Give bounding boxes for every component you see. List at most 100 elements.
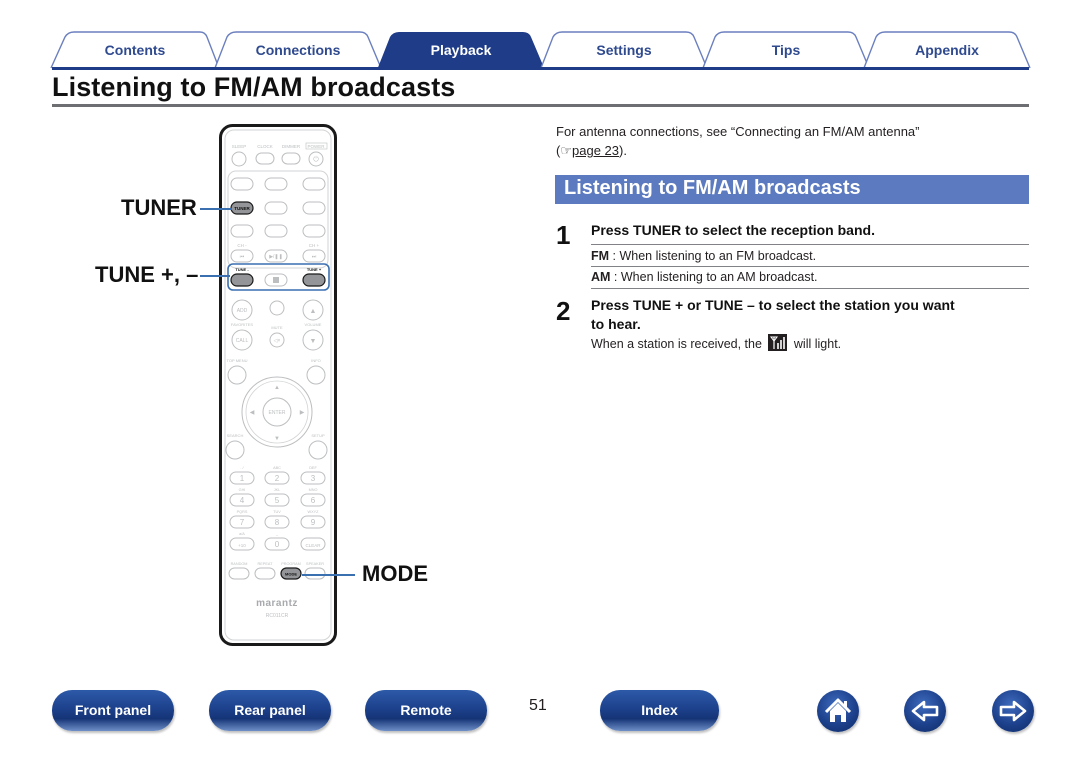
tab-bar: Contents Connections Playback Settings T…	[50, 31, 1031, 71]
play-pause-icon: ▶/❚❚	[269, 254, 283, 260]
keypad-key-label: 0	[275, 540, 280, 549]
section-heading-bar: Listening to FM/AM broadcasts	[555, 175, 1029, 204]
page-ref-link[interactable]: page 23	[572, 143, 619, 158]
title-divider	[52, 104, 1029, 107]
keypad-sublabel: PQRS	[237, 510, 248, 514]
front-panel-button[interactable]: Front panel	[52, 690, 174, 731]
option-divider	[591, 288, 1029, 289]
tab-label: Playback	[430, 42, 492, 58]
tab-settings[interactable]: Settings	[540, 31, 708, 69]
label-favorites: FAVORITES	[231, 322, 253, 327]
remote-control-illustration: SLEEP CLOCK DIMMER POWER ⏻ TUNER CH - CH…	[219, 124, 337, 646]
tab-playback[interactable]: Playback	[377, 31, 545, 70]
label-call: CALL	[236, 338, 249, 344]
keypad-key-label: 1	[240, 474, 245, 483]
ref-close: ).	[619, 143, 627, 158]
tuner-button-label: TUNER	[234, 206, 250, 211]
option-desc: : When listening to an AM broadcast.	[610, 270, 818, 284]
tune-plus-button	[302, 273, 326, 287]
keypad-sublabel: ABC	[273, 466, 281, 470]
label-repeat: REPEAT	[258, 562, 274, 566]
skip-back-icon: ⏮	[240, 254, 245, 260]
tab-tips[interactable]: Tips	[702, 31, 870, 69]
back-button[interactable]	[904, 690, 946, 732]
keypad-key-label: 7	[240, 518, 245, 527]
step-heading-line2: to hear.	[591, 316, 641, 332]
keypad-key-label: +10	[238, 543, 246, 548]
label-enter: ENTER	[269, 410, 286, 416]
tab-connections[interactable]: Connections	[214, 31, 382, 69]
label-setup: SETUP	[311, 433, 325, 438]
label-clock: CLOCK	[257, 144, 273, 149]
keypad-key-label: 2	[275, 474, 280, 483]
keypad-sublabel: MNO	[309, 488, 318, 492]
callout-tune: TUNE +, –	[95, 262, 199, 287]
option-desc: : When listening to an FM broadcast.	[609, 249, 817, 263]
step-heading: Press TUNER to select the reception band…	[591, 222, 875, 238]
keypad-key-label: 6	[311, 496, 316, 505]
step-number: 2	[556, 296, 571, 326]
callout-tuner: TUNER	[121, 195, 197, 220]
label-power: POWER	[307, 144, 325, 149]
tab-label: Contents	[104, 42, 166, 58]
option-row-fm: FM : When listening to an FM broadcast.	[591, 246, 1029, 267]
option-key: FM	[591, 249, 610, 263]
label-mute: MUTE	[271, 325, 283, 330]
step-body-text: When a station is received, the	[591, 337, 762, 351]
keypad-key-label: 4	[240, 496, 245, 505]
tab-contents[interactable]: Contents	[50, 31, 220, 69]
keypad-sublabel: a/A	[239, 532, 245, 536]
forward-button[interactable]	[992, 690, 1034, 732]
label-volume: VOLUME	[305, 322, 322, 327]
label-tune-minus: TUNE -	[235, 267, 249, 272]
label-top-menu: TOP MENU	[227, 358, 248, 363]
step-body: When a station is received, the will lig…	[591, 334, 841, 353]
keypad-sublabel: TUV	[273, 510, 281, 514]
keypad-sublabel: WXYZ	[308, 510, 320, 514]
keypad-key-label: 5	[275, 496, 280, 505]
option-row-am: AM : When listening to an AM broadcast.	[591, 267, 1029, 288]
model-number: RC011CR	[266, 613, 289, 619]
callout-line-mode	[302, 574, 355, 576]
keypad-sublabel: GHI	[239, 488, 246, 492]
keypad-key-label: CLEAR	[305, 543, 321, 548]
step-number: 1	[556, 220, 571, 250]
intro-text: For antenna connections, see “Connecting…	[556, 124, 920, 139]
tab-label: Appendix	[915, 42, 979, 58]
remote-button[interactable]: Remote	[365, 690, 487, 731]
option-divider	[591, 244, 1029, 245]
brand-logo: marantz	[256, 598, 298, 609]
tuned-indicator-icon	[768, 334, 788, 351]
dpad-right-icon: ▶	[300, 410, 305, 416]
label-random: RANDOM	[231, 562, 248, 566]
tab-baseline	[52, 67, 1029, 70]
home-button[interactable]	[817, 690, 859, 732]
option-key: AM	[591, 270, 611, 284]
pointing-hand-icon: ☞	[560, 143, 572, 158]
dpad-up-icon: ▲	[274, 385, 280, 391]
keypad-key-label: 9	[311, 518, 316, 527]
rear-panel-button[interactable]: Rear panel	[209, 690, 331, 731]
label-sleep: SLEEP	[232, 144, 247, 149]
label-ch-minus: CH -	[237, 243, 247, 248]
skip-forward-icon: ⏭	[312, 254, 317, 260]
callout-mode: MODE	[362, 561, 428, 586]
label-info: INFO	[311, 358, 321, 363]
arrow-left-icon	[911, 700, 939, 722]
dpad-down-icon: ▼	[274, 436, 280, 442]
tune-minus-button	[230, 273, 254, 287]
power-icon: ⏻	[313, 156, 319, 164]
intro-paragraph: For antenna connections, see “Connecting…	[556, 122, 1016, 160]
keypad-key-label: 3	[311, 474, 316, 483]
callout-line-tune	[200, 275, 230, 277]
step-body-text: will light.	[793, 337, 842, 351]
tab-appendix[interactable]: Appendix	[863, 31, 1031, 69]
stop-icon	[273, 277, 279, 283]
volume-up-icon: ▲	[310, 308, 317, 315]
index-button[interactable]: Index	[600, 690, 719, 731]
home-icon	[824, 698, 852, 722]
label-ch-plus: CH +	[309, 243, 320, 248]
step-heading-line1: Press TUNE + or TUNE – to select the sta…	[591, 297, 955, 313]
volume-down-icon: ▼	[310, 338, 317, 345]
label-speaker: SPEAKER	[306, 562, 324, 566]
